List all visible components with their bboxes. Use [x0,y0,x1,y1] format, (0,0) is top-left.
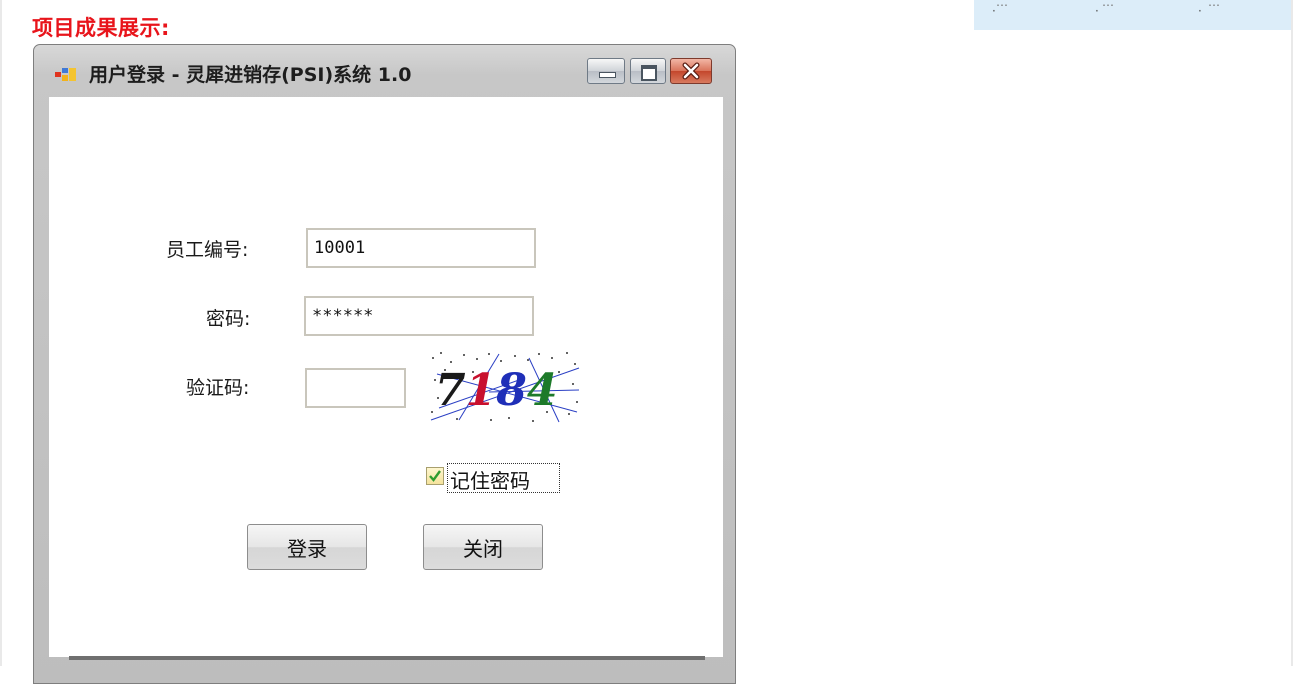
close-icon [682,62,700,80]
close-window-button[interactable] [670,58,712,84]
maximize-button[interactable] [630,58,666,84]
employee-id-label: 员工编号: [166,239,249,261]
remember-password-label: 记住密码 [450,469,530,493]
window-bottom-bar [69,656,705,660]
corner-link-2[interactable]: … [1102,0,1114,8]
app-icon [55,68,76,81]
bullet-icon: · [1198,4,1202,18]
maximize-icon [641,65,657,81]
bullet-icon: · [992,4,996,18]
section-title: 项目成果展示: [32,16,170,40]
corner-link-3[interactable]: … [1208,0,1220,8]
bullet-icon: · [1095,4,1099,18]
captcha-label: 验证码: [186,377,250,399]
captcha-image[interactable]: 7184 [429,350,581,426]
password-field[interactable] [304,296,534,336]
client-area: 员工编号: 密码: 验证码: [49,97,723,657]
employee-id-field[interactable] [306,228,536,268]
close-button[interactable]: 关闭 [423,524,543,570]
checkbox-box[interactable] [426,467,444,485]
corner-link-panel: … · … · … · [974,0,1291,30]
password-label: 密码: [206,308,251,330]
captcha-text: 7184 [435,365,558,416]
login-button[interactable]: 登录 [247,524,367,570]
minimize-button[interactable] [587,58,625,84]
checkmark-icon [429,470,441,482]
remember-password-checkbox[interactable]: 记住密码 [426,463,562,493]
corner-link-1[interactable]: … [996,0,1008,8]
title-bar[interactable]: 用户登录 - 灵犀进销存(PSI)系统 1.0 [34,45,735,97]
captcha-field[interactable] [305,368,406,408]
login-window: 用户登录 - 灵犀进销存(PSI)系统 1.0 员工编号: 密码: 验证码: [33,44,736,684]
window-title: 用户登录 - 灵犀进销存(PSI)系统 1.0 [89,64,412,86]
page-left-edge [0,0,2,666]
minimize-icon [599,72,616,78]
